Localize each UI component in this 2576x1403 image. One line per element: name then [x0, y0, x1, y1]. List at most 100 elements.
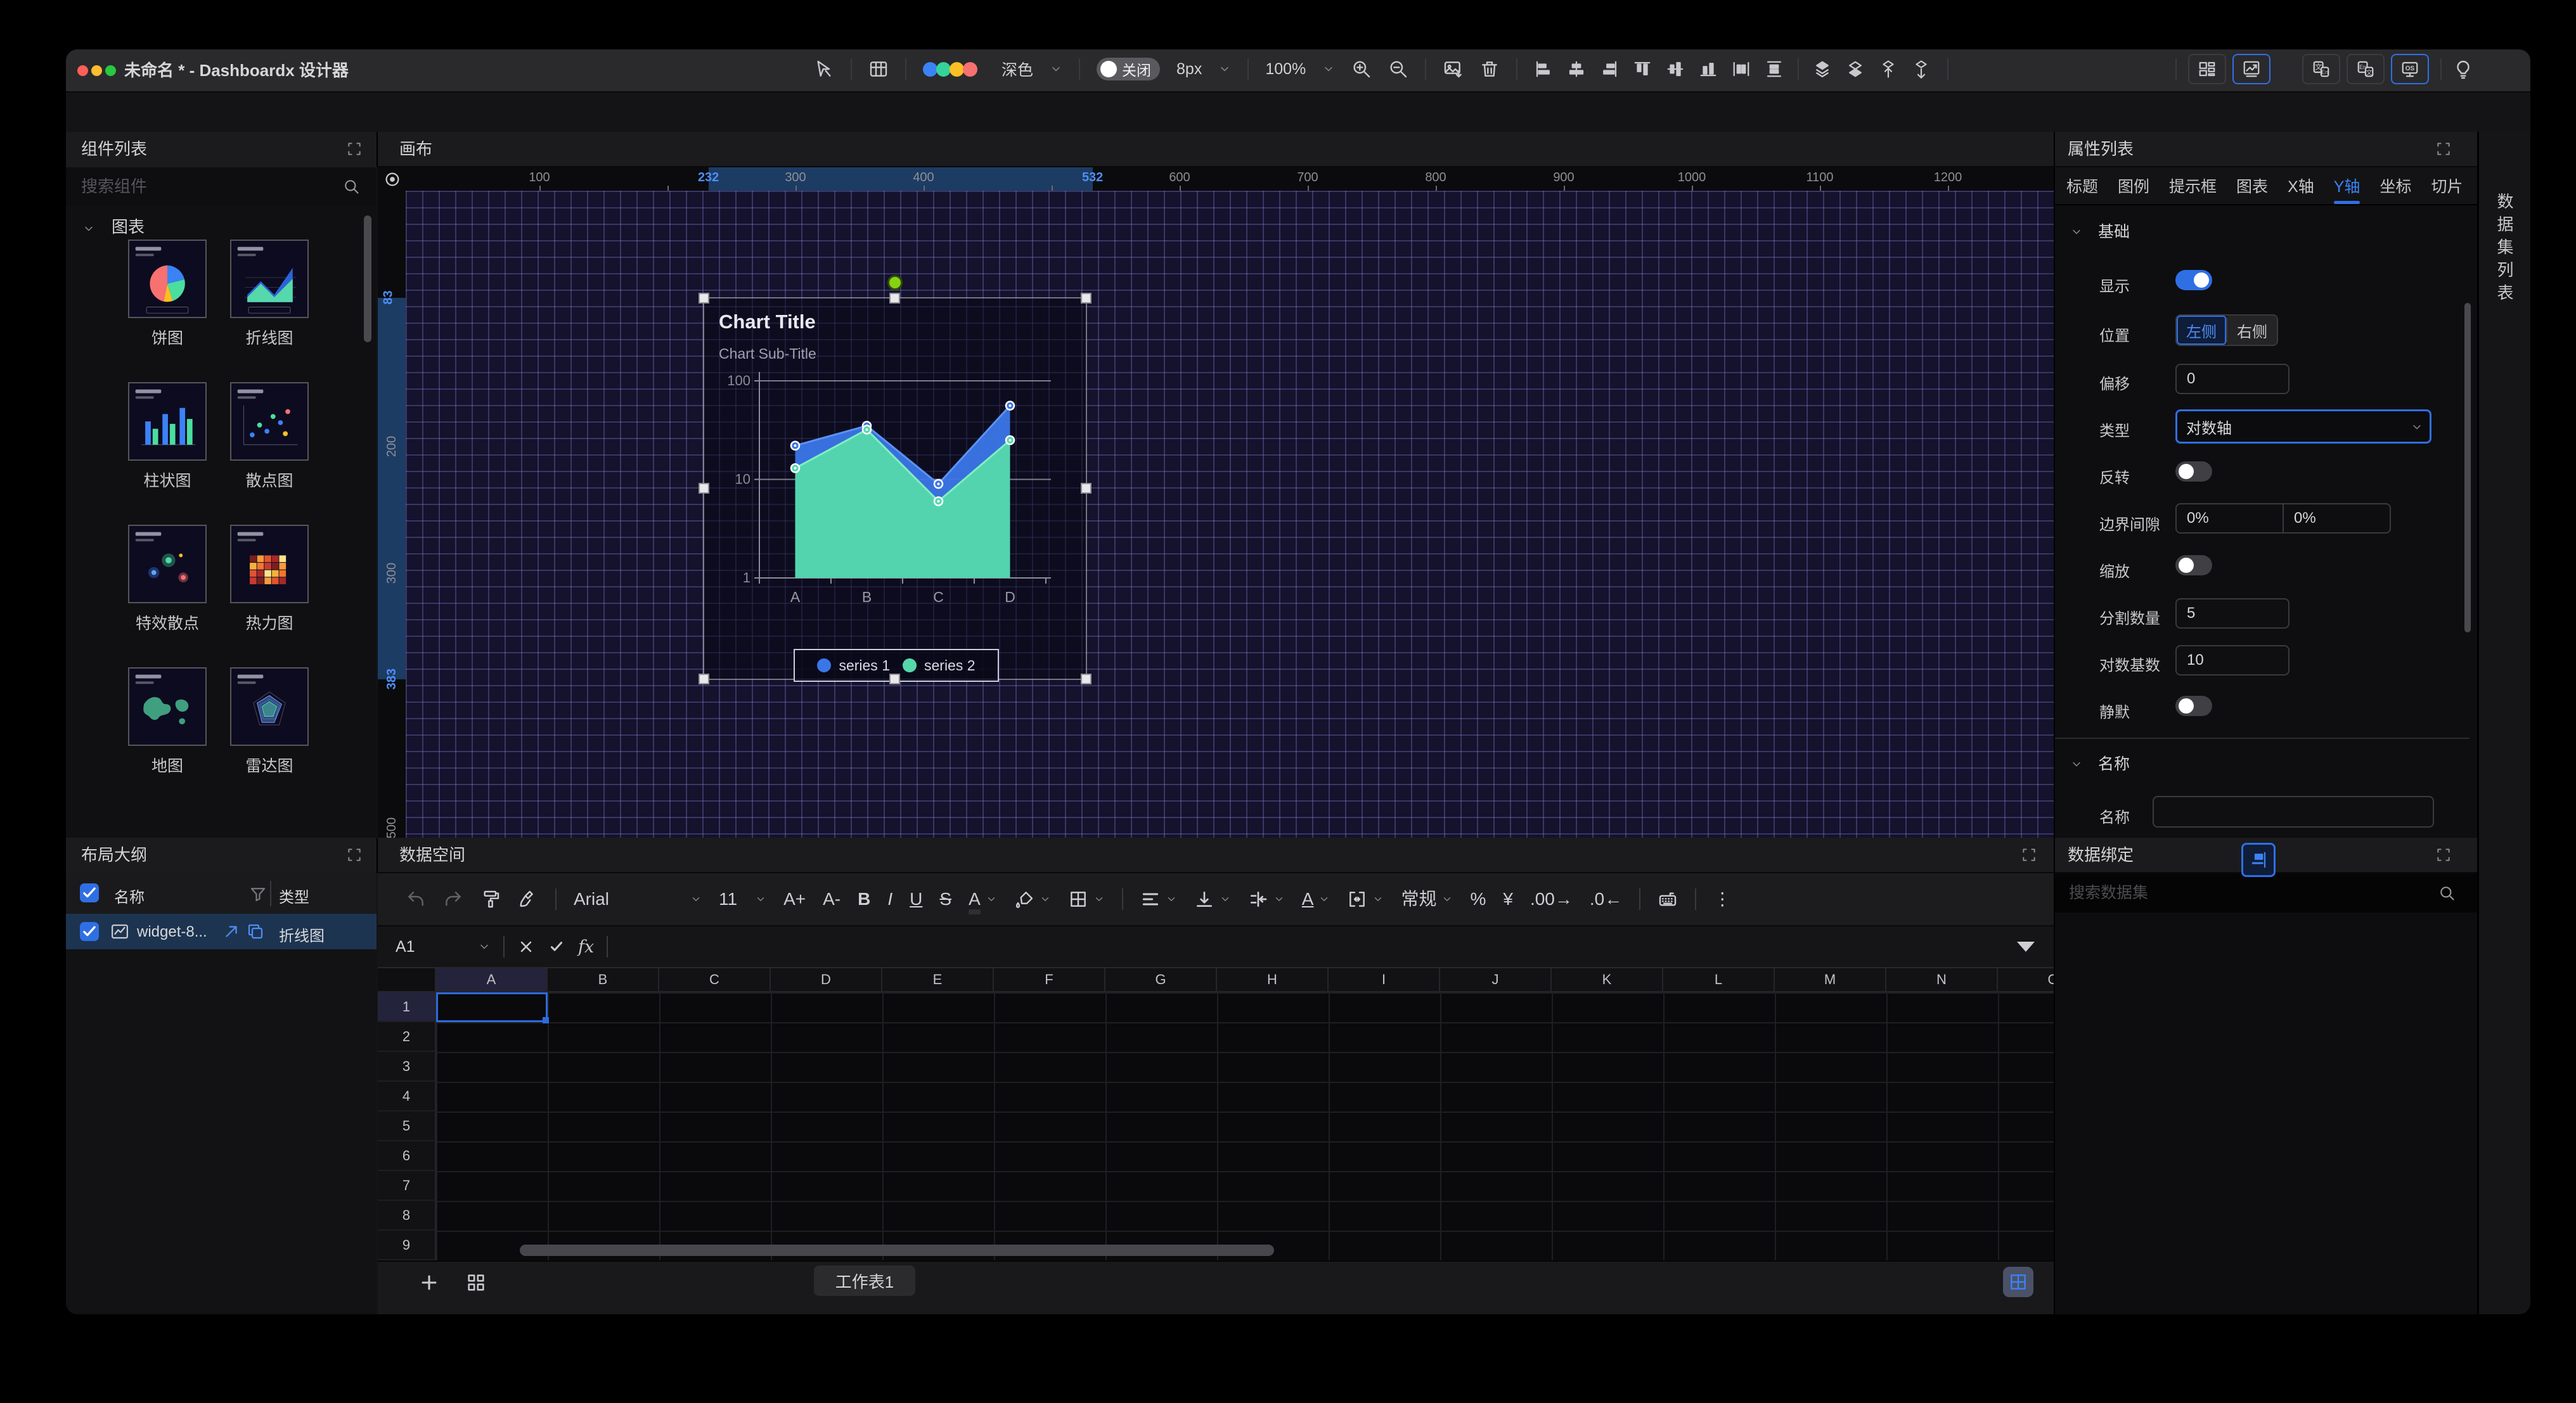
search-icon[interactable] [342, 177, 360, 195]
boundary-gap-inputs[interactable]: 0% 0% [2175, 503, 2391, 534]
sheet-tab[interactable]: 工作表1 [814, 1265, 915, 1296]
tab-图例[interactable]: 图例 [2118, 167, 2149, 204]
align-center-h-icon[interactable] [1567, 60, 1586, 79]
fill-handle[interactable] [543, 1017, 549, 1023]
tab-图表[interactable]: 图表 [2236, 167, 2268, 204]
os-monitor-button[interactable]: OS [2391, 54, 2429, 84]
column-header-M[interactable]: M [1775, 968, 1886, 992]
align-middle-v-icon[interactable] [1666, 60, 1685, 79]
italic-button[interactable]: I [887, 889, 892, 909]
scrollbar-thumb[interactable] [364, 215, 371, 342]
font-color-button[interactable]: A [969, 889, 997, 909]
more-button[interactable]: ⋮ [1713, 889, 1731, 909]
snap-toggle[interactable]: 关闭 [1097, 58, 1160, 80]
pie-thumbnail[interactable] [128, 240, 207, 318]
cancel-icon[interactable] [517, 938, 535, 956]
selected-cell-a1[interactable] [436, 992, 548, 1022]
column-header-F[interactable]: F [994, 968, 1105, 992]
component-item-pie[interactable]: 饼图 [128, 240, 207, 349]
confirm-icon[interactable] [548, 938, 565, 956]
component-item-scatter[interactable]: 散点图 [230, 382, 309, 491]
align-left-icon[interactable] [1534, 60, 1553, 79]
column-header-K[interactable]: K [1552, 968, 1663, 992]
font-decrease-button[interactable]: A- [823, 889, 840, 909]
text-wrap-button[interactable] [1248, 889, 1285, 909]
resize-arrow-icon[interactable] [222, 922, 241, 941]
component-search[interactable]: 搜索组件 [66, 167, 377, 207]
close-window-button[interactable] [77, 65, 88, 76]
pointer-icon[interactable] [814, 59, 834, 79]
zoom-out-icon[interactable] [1388, 59, 1408, 79]
column-header-N[interactable]: N [1886, 968, 1998, 992]
component-item-line[interactable]: 折线图 [230, 240, 309, 349]
trans-zh-button[interactable]: 文En [2302, 54, 2340, 84]
font-increase-button[interactable]: A+ [783, 889, 806, 909]
split-number-input[interactable] [2175, 598, 2289, 629]
align-right-icon[interactable] [1600, 60, 1619, 79]
copy-icon[interactable] [246, 922, 265, 941]
dataset-search[interactable]: 搜索数据集 [2054, 873, 2477, 913]
dataset-list-strip[interactable]: 数据集列表 [2477, 132, 2530, 1314]
borders-button[interactable] [1068, 889, 1105, 909]
align-bottom-icon[interactable] [1699, 60, 1718, 79]
decrease-decimal-button[interactable]: .0← [1590, 889, 1622, 909]
column-header-H[interactable]: H [1217, 968, 1329, 992]
row-header-8[interactable]: 8 [378, 1201, 436, 1231]
selection-handle[interactable] [889, 293, 900, 304]
map-thumbnail[interactable] [128, 667, 207, 746]
expand-icon[interactable] [2021, 847, 2037, 863]
zoom-in-icon[interactable] [1351, 59, 1372, 79]
inverse-toggle[interactable] [2175, 461, 2212, 482]
minimize-window-button[interactable] [91, 65, 102, 76]
fill-color-button[interactable] [1014, 889, 1051, 909]
bar-thumbnail[interactable] [128, 382, 207, 461]
selection-handle[interactable] [1081, 674, 1092, 684]
component-item-bar[interactable]: 柱状图 [128, 382, 207, 491]
sheet-list-icon[interactable] [465, 1272, 487, 1293]
boundary-gap-max[interactable]: 0% [2284, 504, 2390, 532]
selection-handle[interactable] [889, 674, 900, 684]
column-header-B[interactable]: B [548, 968, 659, 992]
distribute-h-icon[interactable] [1732, 60, 1751, 79]
column-header-L[interactable]: L [1663, 968, 1775, 992]
distribute-v-icon[interactable] [1765, 60, 1784, 79]
component-item-map[interactable]: 地图 [128, 667, 207, 776]
column-header-O[interactable]: O [1998, 968, 2054, 992]
name-input[interactable] [2153, 796, 2434, 828]
scrollbar-thumb[interactable] [2464, 303, 2471, 632]
merge-cells-button[interactable] [1347, 889, 1384, 909]
add-sheet-icon[interactable] [418, 1272, 440, 1293]
bold-button[interactable]: B [858, 889, 870, 909]
heatmap-thumbnail[interactable] [230, 525, 309, 603]
snap-size-label[interactable]: 8px [1176, 60, 1202, 79]
column-header-J[interactable]: J [1440, 968, 1552, 992]
name-position-option-2[interactable] [2241, 843, 2276, 877]
column-header-C[interactable]: C [659, 968, 771, 992]
column-header-G[interactable]: G [1105, 968, 1217, 992]
expand-icon[interactable] [2435, 141, 2452, 157]
keyboard-button[interactable] [1658, 889, 1678, 909]
trash-icon[interactable] [1479, 59, 1500, 79]
row-checkbox[interactable] [80, 922, 99, 941]
silent-toggle[interactable] [2175, 696, 2212, 716]
lightbulb-icon[interactable] [2453, 59, 2473, 79]
selection-handle[interactable] [1081, 293, 1092, 304]
axis-type-dropdown[interactable]: 对数轴 [2175, 409, 2431, 444]
axis-position-option[interactable]: 左侧 [2177, 316, 2227, 345]
tab-Y轴[interactable]: Y轴 [2334, 167, 2360, 204]
selection-handle[interactable] [699, 483, 709, 494]
selection-handle[interactable] [1081, 483, 1092, 494]
row-header-9[interactable]: 9 [378, 1231, 436, 1260]
tab-切片[interactable]: 切片 [2431, 167, 2463, 204]
h-align-button[interactable] [1140, 889, 1177, 909]
chevron-down-icon[interactable] [1322, 63, 1335, 75]
strikethrough-button[interactable]: S [939, 889, 951, 909]
section-name[interactable]: 名称 [2070, 752, 2130, 774]
row-header-1[interactable]: 1 [378, 992, 436, 1022]
row-header-2[interactable]: 2 [378, 1022, 436, 1052]
scale-toggle[interactable] [2175, 555, 2212, 575]
select-all-checkbox[interactable] [80, 883, 99, 902]
selection-handle[interactable] [699, 293, 709, 304]
formula-input[interactable] [621, 926, 2004, 967]
table-icon[interactable] [868, 59, 889, 79]
